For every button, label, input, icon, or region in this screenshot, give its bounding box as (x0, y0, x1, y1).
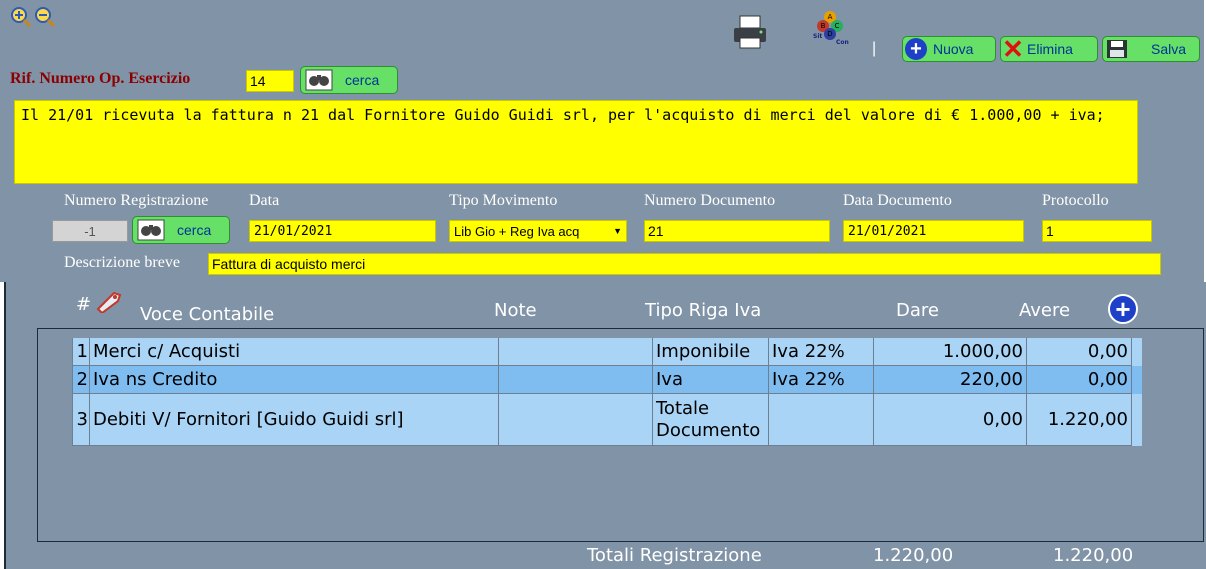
delete-x-icon: ✕ (1002, 34, 1024, 64)
cell-avere[interactable]: 0,00 (1026, 338, 1132, 366)
cell-tipo-line2: Documento (656, 419, 761, 441)
sitcon-logo: A B C D Sit Con (808, 10, 852, 48)
header-voce-contabile: Voce Contabile (140, 304, 275, 325)
zoom-in-icon[interactable] (10, 6, 32, 28)
salva-label: Salva (1151, 41, 1187, 57)
cell-num: 2 (72, 366, 90, 394)
save-floppy-icon (1107, 40, 1127, 58)
protocollo-label: Protocollo (1042, 192, 1109, 209)
cell-avere[interactable]: 1.220,00 (1026, 394, 1132, 446)
salva-button[interactable]: Salva (1102, 36, 1200, 62)
descrizione-breve-label: Descrizione breve (64, 254, 180, 271)
numero-registrazione-cerca-button[interactable]: cerca (132, 216, 230, 244)
tipo-movimento-value: Lib Gio + Reg Iva acq (454, 223, 580, 239)
numero-registrazione-cerca-label: cerca (177, 222, 212, 238)
logo-letter-d: D (827, 30, 832, 38)
elimina-label: Elimina (1027, 41, 1073, 57)
logo-letter-b: B (821, 22, 826, 30)
header-avere: Avere (1019, 300, 1071, 321)
cell-note[interactable] (498, 366, 653, 394)
search-binoculars-icon (305, 69, 333, 91)
numero-documento-label: Numero Documento (644, 192, 776, 209)
numero-registrazione-input[interactable] (52, 220, 128, 242)
tipo-movimento-select[interactable]: Lib Gio + Reg Iva acq ▼ (449, 220, 627, 242)
cell-dare[interactable]: 0,00 (873, 394, 1027, 446)
header-dare: Dare (896, 300, 939, 321)
rif-cerca-label: cerca (345, 72, 380, 88)
logo-sit: Sit (813, 33, 822, 40)
plus-icon: + (905, 38, 927, 60)
cell-note[interactable] (498, 394, 653, 446)
data-documento-input[interactable] (843, 220, 1024, 242)
numero-documento-input[interactable] (644, 220, 830, 242)
operation-description-textarea[interactable]: Il 21/01 ricevuta la fattura n 21 dal Fo… (14, 100, 1138, 184)
header-num: # (76, 294, 92, 315)
logo-letter-a: A (828, 13, 833, 21)
dropdown-arrow-icon: ▼ (613, 226, 622, 236)
elimina-button[interactable]: ✕ Elimina (1000, 36, 1098, 62)
protocollo-input[interactable] (1042, 220, 1152, 242)
cell-dare[interactable]: 220,00 (873, 366, 1027, 394)
cell-dare[interactable]: 1.000,00 (873, 338, 1027, 366)
toolbar-separator: | (872, 40, 877, 57)
table-row[interactable]: 2 Iva ns Credito Iva Iva 22% 220,00 0,00 (72, 366, 1142, 394)
logo-letter-c: C (835, 22, 840, 30)
cell-num: 1 (72, 338, 90, 366)
nuova-button[interactable]: + Nuova (902, 36, 996, 62)
table-row[interactable]: 1 Merci c/ Acquisti Imponibile Iva 22% 1… (72, 338, 1142, 366)
numero-registrazione-label: Numero Registrazione (64, 192, 209, 209)
data-label: Data (249, 192, 280, 209)
rif-numero-input[interactable] (246, 70, 294, 92)
cell-avere[interactable]: 0,00 (1026, 366, 1132, 394)
descrizione-breve-input[interactable] (208, 253, 1161, 275)
cell-num: 3 (72, 394, 90, 446)
rif-label: Rif. Numero Op. Esercizio (10, 70, 191, 87)
plus-icon: + (1115, 294, 1131, 324)
cell-iva[interactable] (768, 394, 874, 446)
zoom-out-icon[interactable] (34, 6, 56, 28)
header-tipo-riga-iva: Tipo Riga Iva (645, 300, 762, 321)
cell-tipo[interactable]: Imponibile (652, 338, 769, 366)
cell-tipo[interactable]: Iva (652, 366, 769, 394)
tipo-movimento-label: Tipo Movimento (449, 192, 558, 209)
logo-con: Con (836, 39, 849, 46)
cell-voce[interactable]: Debiti V/ Fornitori [Guido Guidi srl] (89, 394, 499, 446)
totale-avere: 1.220,00 (1053, 545, 1134, 566)
totale-dare: 1.220,00 (873, 545, 954, 566)
cell-iva[interactable]: Iva 22% (768, 366, 874, 394)
header-note: Note (494, 300, 537, 321)
cell-tipo[interactable]: Totale Documento (652, 394, 769, 446)
data-input[interactable] (249, 220, 436, 242)
print-icon[interactable] (732, 14, 768, 50)
cell-voce[interactable]: Iva ns Credito (89, 366, 499, 394)
tag-pencil-icon (94, 289, 122, 315)
cell-iva[interactable]: Iva 22% (768, 338, 874, 366)
search-binoculars-icon (137, 219, 165, 241)
cell-note[interactable] (498, 338, 653, 366)
table-row[interactable]: 3 Debiti V/ Fornitori [Guido Guidi srl] … (72, 394, 1142, 446)
cell-voce[interactable]: Merci c/ Acquisti (89, 338, 499, 366)
add-row-button[interactable]: + (1108, 294, 1138, 324)
cell-tipo-line1: Totale (656, 397, 710, 419)
data-documento-label: Data Documento (843, 192, 952, 209)
rif-cerca-button[interactable]: cerca (300, 66, 398, 94)
totali-registrazione-label: Totali Registrazione (587, 545, 762, 566)
nuova-label: Nuova (933, 41, 974, 57)
